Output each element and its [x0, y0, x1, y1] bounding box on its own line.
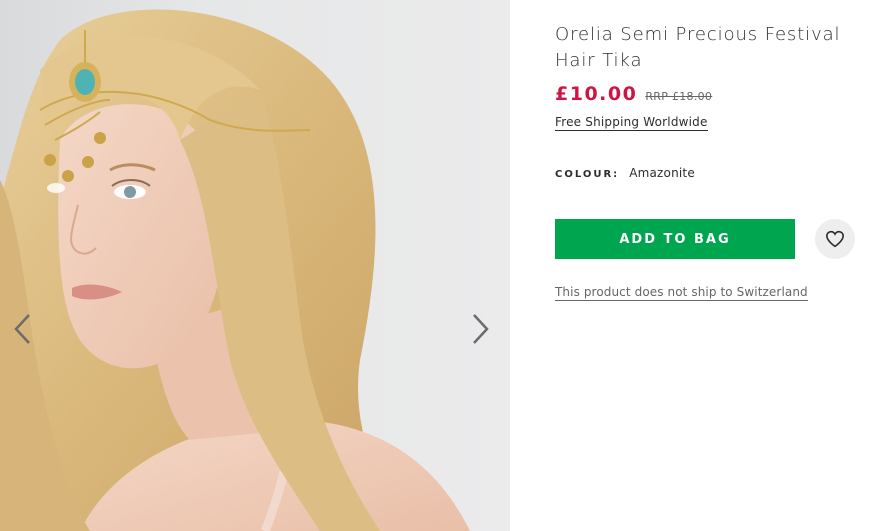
colour-value: Amazonite [629, 166, 695, 180]
gallery-prev-button[interactable] [13, 313, 35, 349]
colour-row: COLOUR: Amazonite [555, 166, 695, 180]
colour-label: COLOUR: [555, 169, 620, 180]
product-image-gallery [0, 0, 510, 531]
heart-icon [825, 230, 845, 248]
no-ship-notice-link[interactable]: This product does not ship to Switzerlan… [555, 285, 808, 301]
chevron-left-icon [14, 314, 30, 344]
free-shipping-link[interactable]: Free Shipping Worldwide [555, 115, 708, 131]
save-to-wishlist-button[interactable] [815, 219, 855, 259]
gallery-next-button[interactable] [472, 313, 494, 349]
chevron-right-icon [473, 314, 489, 344]
current-price: £10.00 [555, 83, 638, 105]
add-to-bag-button[interactable]: ADD TO BAG [555, 219, 795, 259]
product-image [0, 9, 470, 531]
price-row: £10.00 RRP £18.00 [555, 83, 712, 105]
product-title: Orelia Semi Precious Festival Hair Tika [555, 24, 841, 71]
rrp-price: RRP £18.00 [645, 90, 713, 103]
